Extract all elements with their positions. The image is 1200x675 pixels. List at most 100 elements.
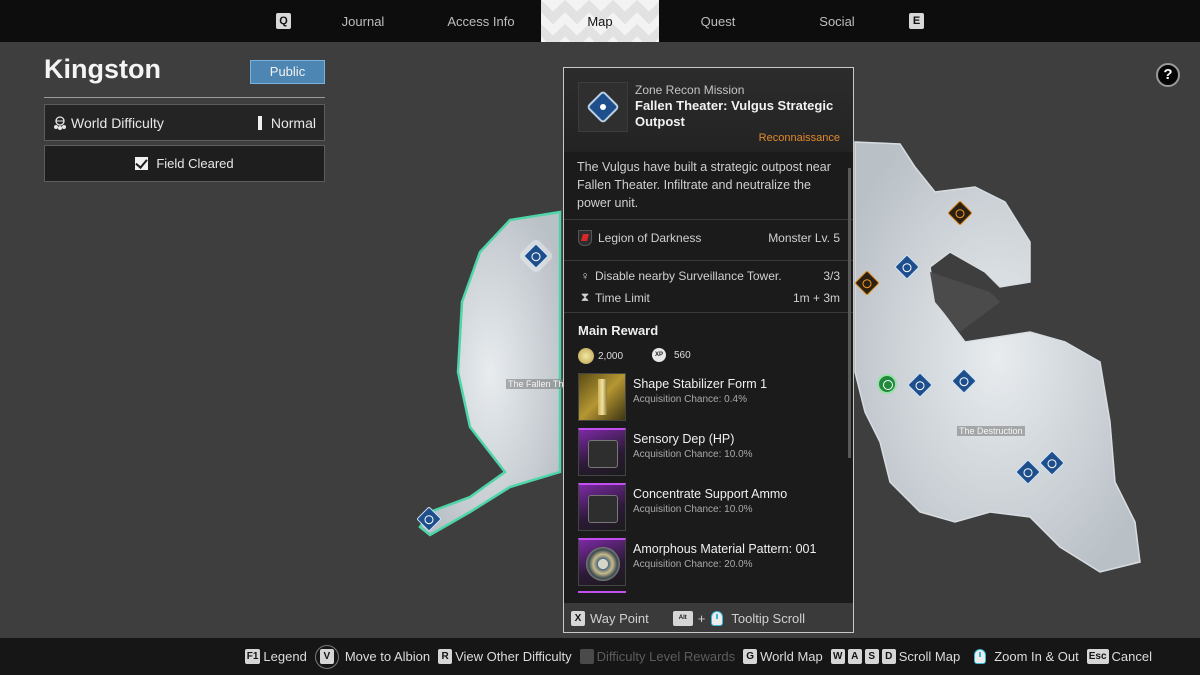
- key-f: F: [579, 649, 594, 664]
- objective-row: ♀ Disable nearby Surveillance Tower. 3/3: [578, 269, 841, 283]
- monster-level: Monster Lv. 5: [768, 231, 840, 245]
- tab-map[interactable]: Map: [541, 0, 659, 42]
- globe-people-icon: [54, 115, 66, 130]
- hint-view-other-difficulty[interactable]: R View Other Difficulty: [438, 649, 572, 664]
- faction-name: Legion of Darkness: [598, 231, 702, 245]
- xp-icon: XP: [652, 348, 666, 362]
- visibility-button[interactable]: Public: [250, 60, 325, 84]
- hint-difficulty-level-rewards: F Difficulty Level Rewards: [579, 649, 736, 664]
- reward-item[interactable]: Sensory Dep (HP) Acquisition Chance: 10.…: [578, 428, 840, 478]
- sensory-dep-icon: [578, 428, 626, 476]
- support-ammo-icon: [578, 483, 626, 531]
- key-g: G: [743, 649, 758, 664]
- hint-cancel[interactable]: Esc Cancel: [1086, 649, 1152, 664]
- tab-journal[interactable]: Journal: [304, 0, 422, 42]
- hint-label: View Other Difficulty: [455, 649, 572, 664]
- objective-progress: 3/3: [823, 269, 840, 283]
- hint-label: Scroll Map: [898, 649, 961, 664]
- time-limit-value: 1m + 3m: [792, 290, 840, 305]
- reward-chance: Acquisition Chance: 10.0%: [633, 449, 753, 460]
- hold-ring-icon: V: [314, 644, 339, 669]
- destruction-zone: [854, 141, 1141, 573]
- map-label-the-destruction: The Destruction: [957, 426, 1025, 436]
- mouse-wheel-icon: [711, 610, 724, 626]
- prev-tab-key[interactable]: Q: [276, 13, 291, 29]
- main-reward-title: Main Reward: [578, 323, 659, 338]
- mission-icon-frame: [578, 82, 628, 132]
- divider: [44, 97, 325, 98]
- field-cleared-row: Field Cleared: [44, 145, 325, 182]
- hint-scroll-map[interactable]: W A S D Scroll Map: [830, 649, 961, 664]
- mission-description: The Vulgus have built a strategic outpos…: [577, 160, 831, 210]
- mission-kind: Zone Recon Mission: [635, 83, 745, 97]
- field-cleared-label: Field Cleared: [156, 156, 234, 171]
- plus-sign: +: [697, 610, 706, 626]
- difficulty-level-bar: [257, 115, 262, 130]
- mission-type: Reconnaissance: [758, 132, 840, 144]
- faction-row: Legion of Darkness Monster Lv. 5: [578, 230, 840, 246]
- reward-name: Shape Stabilizer Form 1: [633, 377, 768, 391]
- objective-label: Disable nearby Surveillance Tower.: [595, 269, 782, 283]
- reward-name: Amorphous Material Pattern: 001: [633, 542, 817, 556]
- zone-recon-icon: [586, 90, 620, 124]
- key-w: W: [830, 649, 845, 664]
- reward-item[interactable]: Shape Stabilizer Form 1 Acquisition Chan…: [578, 373, 840, 423]
- region-title: Kingston: [44, 54, 161, 84]
- hint-legend[interactable]: F1 Legend: [244, 649, 307, 664]
- xp-reward: XP 560: [652, 348, 691, 362]
- next-tab-key[interactable]: E: [909, 13, 924, 29]
- hint-world-map[interactable]: G World Map: [743, 649, 823, 664]
- gold-coin-icon: [578, 348, 594, 364]
- mission-title: Fallen Theater: Vulgus Strategic Outpost: [635, 98, 834, 129]
- hint-label: Difficulty Level Rewards: [596, 649, 736, 664]
- hint-label: Move to Albion: [344, 649, 431, 664]
- key-esc: Esc: [1086, 649, 1109, 664]
- map-label-fallen-theater: The Fallen Th: [506, 379, 566, 389]
- key-f1: F1: [244, 649, 261, 664]
- hourglass-icon: ⧗: [580, 290, 590, 304]
- waypoint-label[interactable]: Way Point: [590, 611, 649, 626]
- reward-item[interactable]: Amorphous Material Pattern: 001 Acquisit…: [578, 538, 840, 588]
- shape-stabilizer-icon: [578, 373, 626, 421]
- reward-chance: Acquisition Chance: 0.4%: [633, 394, 747, 405]
- tab-social[interactable]: Social: [778, 0, 896, 42]
- xp-amount: 560: [674, 349, 691, 361]
- gold-amount: 2,000: [598, 350, 624, 362]
- hint-move-to-albion[interactable]: V Move to Albion: [314, 644, 431, 669]
- help-button[interactable]: ?: [1156, 63, 1180, 87]
- waypoint-key[interactable]: X: [571, 610, 585, 626]
- tooltip-scroll-label: Tooltip Scroll: [731, 610, 806, 626]
- hint-label: World Map: [760, 649, 823, 664]
- mouse-wheel-icon: [974, 649, 987, 664]
- hint-zoom[interactable]: Zoom In & Out: [968, 649, 1079, 664]
- spawn-point-marker[interactable]: [877, 374, 897, 394]
- tooltip-scrollbar[interactable]: [848, 168, 851, 458]
- world-difficulty-value: Normal: [270, 114, 316, 131]
- world-difficulty-row[interactable]: World Difficulty Normal: [44, 104, 325, 141]
- top-nav: Q Journal Access Info Map Quest Social E: [0, 0, 1200, 42]
- mission-tooltip: Zone Recon Mission Fallen Theater: Vulgu…: [563, 67, 854, 633]
- reward-item[interactable]: Concentrate Support Ammo Acquisition Cha…: [578, 483, 840, 533]
- bottom-hint-bar: F1 Legend V Move to Albion R View Other …: [0, 638, 1200, 675]
- tab-access-info[interactable]: Access Info: [422, 0, 540, 42]
- next-item-edge: [578, 591, 626, 593]
- separator: [564, 312, 853, 313]
- reward-chance: Acquisition Chance: 10.0%: [633, 504, 753, 515]
- hint-label: Cancel: [1111, 649, 1152, 664]
- gold-reward: 2,000: [578, 348, 623, 364]
- time-limit-row: ⧗ Time Limit 1m + 3m: [578, 290, 840, 305]
- key-v: V: [319, 648, 334, 664]
- time-limit-label: Time Limit: [595, 290, 650, 305]
- reward-name: Sensory Dep (HP): [633, 432, 735, 446]
- key-d: D: [881, 649, 896, 664]
- key-s: S: [864, 649, 879, 664]
- alt-key: Alt: [672, 610, 693, 626]
- separator: [564, 219, 853, 220]
- tab-quest[interactable]: Quest: [659, 0, 777, 42]
- faction-shield-icon: [578, 230, 592, 246]
- key-a: A: [847, 649, 862, 664]
- tooltip-footer: X Way Point Alt + Tooltip Scroll: [564, 603, 853, 632]
- key-r: R: [438, 649, 453, 664]
- tooltip-header: Zone Recon Mission Fallen Theater: Vulgu…: [564, 68, 853, 152]
- reward-name: Concentrate Support Ammo: [633, 487, 788, 501]
